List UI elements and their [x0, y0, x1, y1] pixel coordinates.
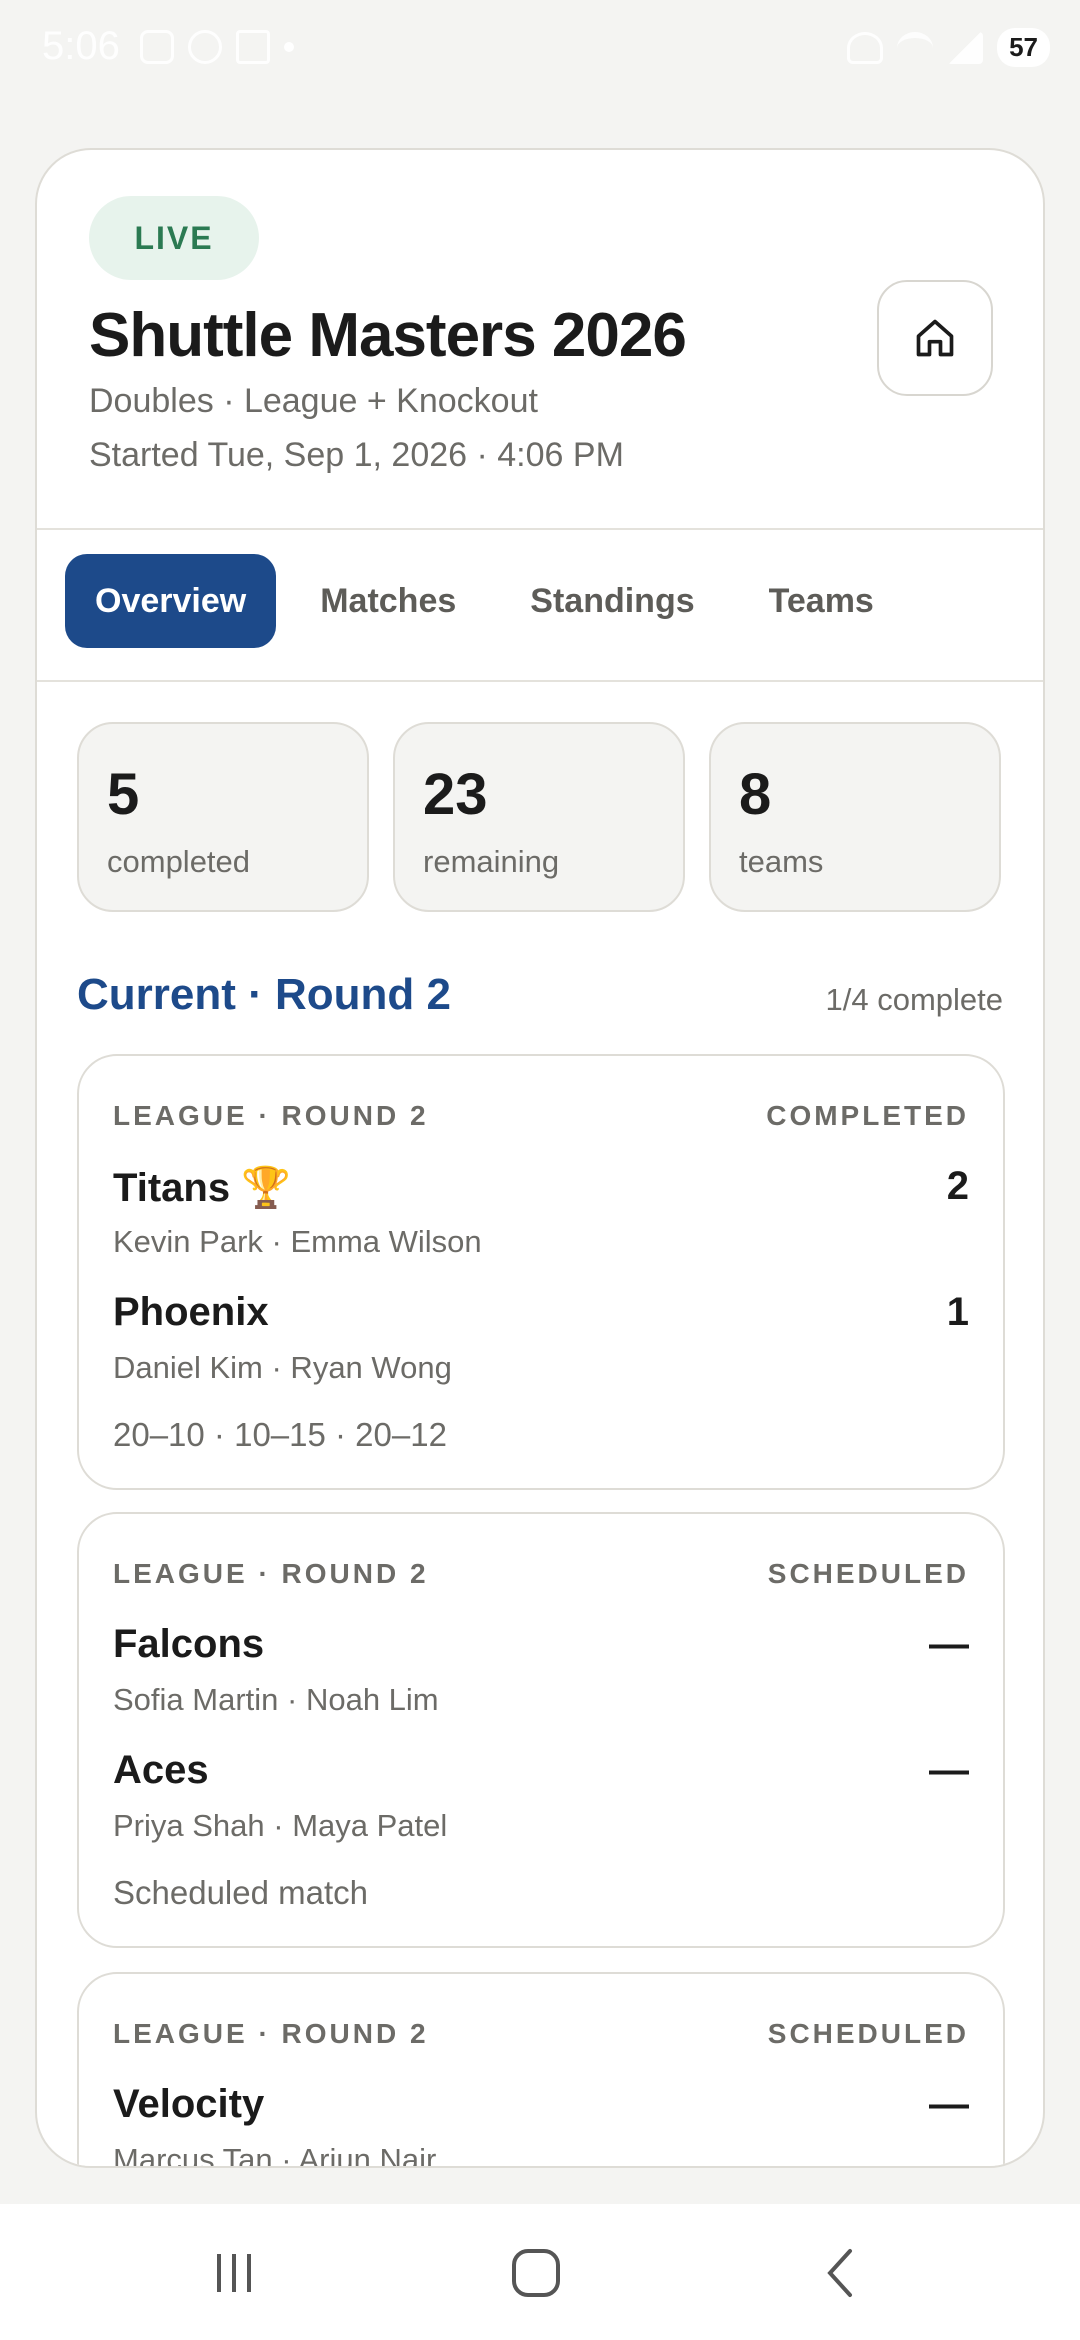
team-score: 2	[946, 1164, 969, 1208]
mute-icon	[847, 31, 884, 64]
tab-standings[interactable]: Standings	[500, 554, 724, 648]
home-icon	[916, 319, 954, 357]
home-nav-button[interactable]	[496, 2238, 576, 2308]
back-icon	[827, 2249, 852, 2297]
wifi-icon	[897, 31, 934, 64]
match-note: Scheduled match	[113, 1874, 368, 1911]
status-bar: 5:06 57	[0, 0, 1080, 100]
tab-matches[interactable]: Matches	[290, 554, 486, 648]
match-stage: LEAGUE · ROUND 2	[113, 1558, 429, 1589]
match-status: COMPLETED	[766, 1100, 969, 1131]
game-scores: 20–10 · 10–15 · 20–12	[113, 1416, 447, 1453]
team-name: Falcons	[113, 1622, 265, 1666]
team-players: Priya Shah · Maya Patel	[113, 1808, 448, 1843]
stat-label: teams	[739, 844, 824, 879]
team-name: Velocity	[113, 2082, 265, 2126]
signal-icon	[947, 31, 984, 64]
recent-apps-button[interactable]	[194, 2238, 274, 2308]
team-players: Daniel Kim · Ryan Wong	[113, 1350, 452, 1385]
stat-remaining: 23 remaining	[393, 722, 685, 912]
screenshot-icon	[140, 30, 174, 64]
home-button[interactable]	[877, 280, 993, 396]
tournament-format: Doubles · League + Knockout	[89, 382, 538, 420]
stat-label: remaining	[423, 844, 560, 879]
stat-value: 5	[107, 762, 140, 827]
tabs-divider	[37, 680, 1043, 682]
back-button[interactable]	[800, 2238, 880, 2308]
stat-value: 23	[423, 762, 488, 827]
tab-bar: Overview Matches Standings Teams	[65, 554, 904, 648]
team-score: —	[929, 1748, 969, 1792]
tournament-start-time: Started Tue, Sep 1, 2026 · 4:06 PM	[89, 436, 624, 474]
tab-teams[interactable]: Teams	[739, 554, 904, 648]
team-players: Kevin Park · Emma Wilson	[113, 1224, 482, 1259]
stat-teams: 8 teams	[709, 722, 1001, 912]
team-score: —	[929, 2082, 969, 2126]
recent-apps-icon	[217, 2254, 251, 2292]
tournament-title: Shuttle Masters 2026	[89, 301, 687, 370]
round-progress: 1/4 complete	[825, 982, 1004, 1017]
tab-overview[interactable]: Overview	[65, 554, 277, 648]
system-icons: 57	[847, 28, 1050, 67]
tournament-card: LIVE Shuttle Masters 2026 Doubles · Leag…	[35, 148, 1045, 2168]
gmail-icon	[236, 30, 270, 64]
match-card[interactable]: LEAGUE · ROUND 2 SCHEDULED Falcons — Sof…	[77, 1512, 1005, 1948]
stats-row: 5 completed 23 remaining 8 teams	[77, 722, 1001, 912]
team-score: 1	[946, 1290, 969, 1334]
team-players: Marcus Tan · Arjun Nair	[113, 2142, 437, 2168]
more-notifications-icon	[284, 42, 294, 52]
stat-completed: 5 completed	[77, 722, 369, 912]
stat-value: 8	[739, 762, 772, 827]
match-status: SCHEDULED	[767, 2018, 969, 2049]
battery-indicator: 57	[997, 28, 1050, 67]
team-score: —	[929, 1622, 969, 1666]
match-card[interactable]: LEAGUE · ROUND 2 SCHEDULED Velocity — Ma…	[77, 1972, 1005, 2168]
home-circle-icon	[512, 2249, 560, 2297]
match-status: SCHEDULED	[767, 1558, 969, 1589]
system-nav-bar	[0, 2204, 1080, 2340]
whatsapp-icon	[188, 30, 222, 64]
team-name: Aces	[113, 1748, 209, 1792]
header-divider	[37, 528, 1043, 530]
live-badge: LIVE	[89, 196, 259, 280]
match-card[interactable]: LEAGUE · ROUND 2 COMPLETED Titans 🏆 2 Ke…	[77, 1054, 1005, 1490]
status-time: 5:06	[42, 24, 120, 68]
stat-label: completed	[107, 844, 251, 879]
match-stage: LEAGUE · ROUND 2	[113, 2018, 429, 2049]
team-players: Sofia Martin · Noah Lim	[113, 1682, 439, 1717]
match-stage: LEAGUE · ROUND 2	[113, 1100, 429, 1131]
current-round-title: Current · Round 2	[77, 970, 451, 1019]
team-name: Phoenix	[113, 1290, 269, 1334]
notification-icons	[140, 30, 294, 64]
team-name: Titans 🏆	[113, 1166, 291, 1210]
